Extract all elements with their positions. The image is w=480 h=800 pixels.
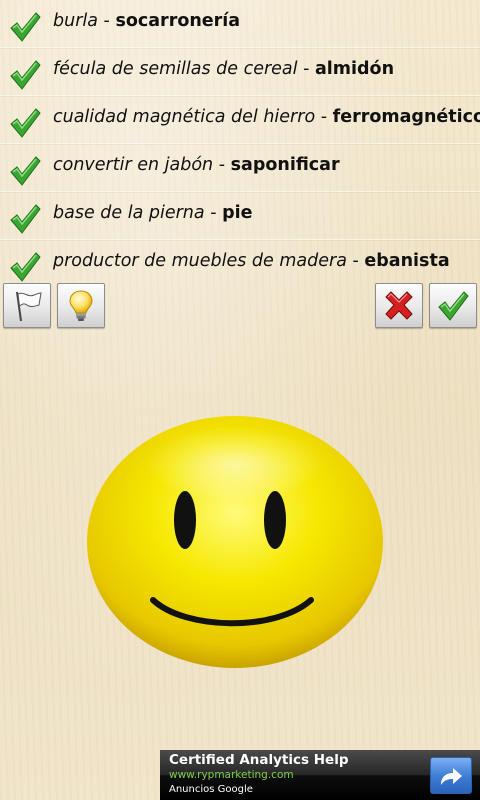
list-item: productor de muebles de madera - ebanist… xyxy=(0,240,480,287)
green-check-icon xyxy=(10,60,41,90)
separator: - xyxy=(97,11,116,31)
lightbulb-icon xyxy=(69,289,93,321)
list-item: burla - socarronería xyxy=(0,0,480,48)
separator: - xyxy=(213,155,231,175)
ad-banner[interactable]: Certified Analytics Help www.rypmarketin… xyxy=(160,750,480,800)
separator: - xyxy=(315,107,333,127)
clue-text: productor de muebles de madera xyxy=(53,251,347,271)
clue-text: convertir en jabón xyxy=(53,155,214,175)
ad-go-button[interactable] xyxy=(430,757,472,794)
green-check-icon xyxy=(10,12,41,42)
answer-text: ebanista xyxy=(364,251,450,271)
share-arrow-icon xyxy=(441,767,462,785)
green-check-icon xyxy=(438,290,469,321)
hint-button[interactable] xyxy=(57,283,105,328)
clue-text: base de la pierna xyxy=(53,203,205,223)
white-flag-icon xyxy=(16,291,42,321)
wrong-button[interactable] xyxy=(375,283,423,328)
row-text: fécula de semillas de cereal - almidón xyxy=(53,58,394,80)
separator: - xyxy=(297,59,315,79)
answer-text: socarronería xyxy=(115,11,241,31)
smiley-face-icon xyxy=(87,416,383,668)
row-text: productor de muebles de madera - ebanist… xyxy=(53,250,450,272)
row-text: convertir en jabón - saponificar xyxy=(53,154,340,176)
red-x-icon xyxy=(385,290,413,320)
separator: - xyxy=(204,203,223,223)
right-button[interactable] xyxy=(429,283,477,328)
flag-button[interactable] xyxy=(3,283,51,328)
list-item: base de la pierna - pie xyxy=(0,192,480,240)
separator: - xyxy=(346,251,365,271)
row-text: cualidad magnética del hierro - ferromag… xyxy=(53,106,480,128)
list-item: convertir en jabón - saponificar xyxy=(0,144,480,192)
ad-attribution: Anuncios Google xyxy=(169,784,253,795)
green-check-icon xyxy=(10,252,41,282)
green-check-icon xyxy=(10,156,41,186)
answer-text: ferromagnético xyxy=(332,107,480,127)
clue-text: burla xyxy=(53,11,98,31)
row-text: burla - socarronería xyxy=(53,10,240,32)
answer-text: saponificar xyxy=(230,155,340,175)
green-check-icon xyxy=(10,204,41,234)
answer-text: almidón xyxy=(314,59,395,79)
list-item: cualidad magnética del hierro - ferromag… xyxy=(0,96,480,144)
ad-url[interactable]: www.rypmarketing.com xyxy=(169,769,294,781)
row-text: base de la pierna - pie xyxy=(53,202,252,224)
list-item: fécula de semillas de cereal - almidón xyxy=(0,48,480,96)
green-check-icon xyxy=(10,108,41,138)
ad-title[interactable]: Certified Analytics Help xyxy=(169,752,349,768)
clue-text: cualidad magnética del hierro xyxy=(53,107,316,127)
answer-text: pie xyxy=(222,203,253,223)
word-list: burla - socarronería fécula de semillas … xyxy=(0,0,480,287)
clue-text: fécula de semillas de cereal xyxy=(53,59,298,79)
